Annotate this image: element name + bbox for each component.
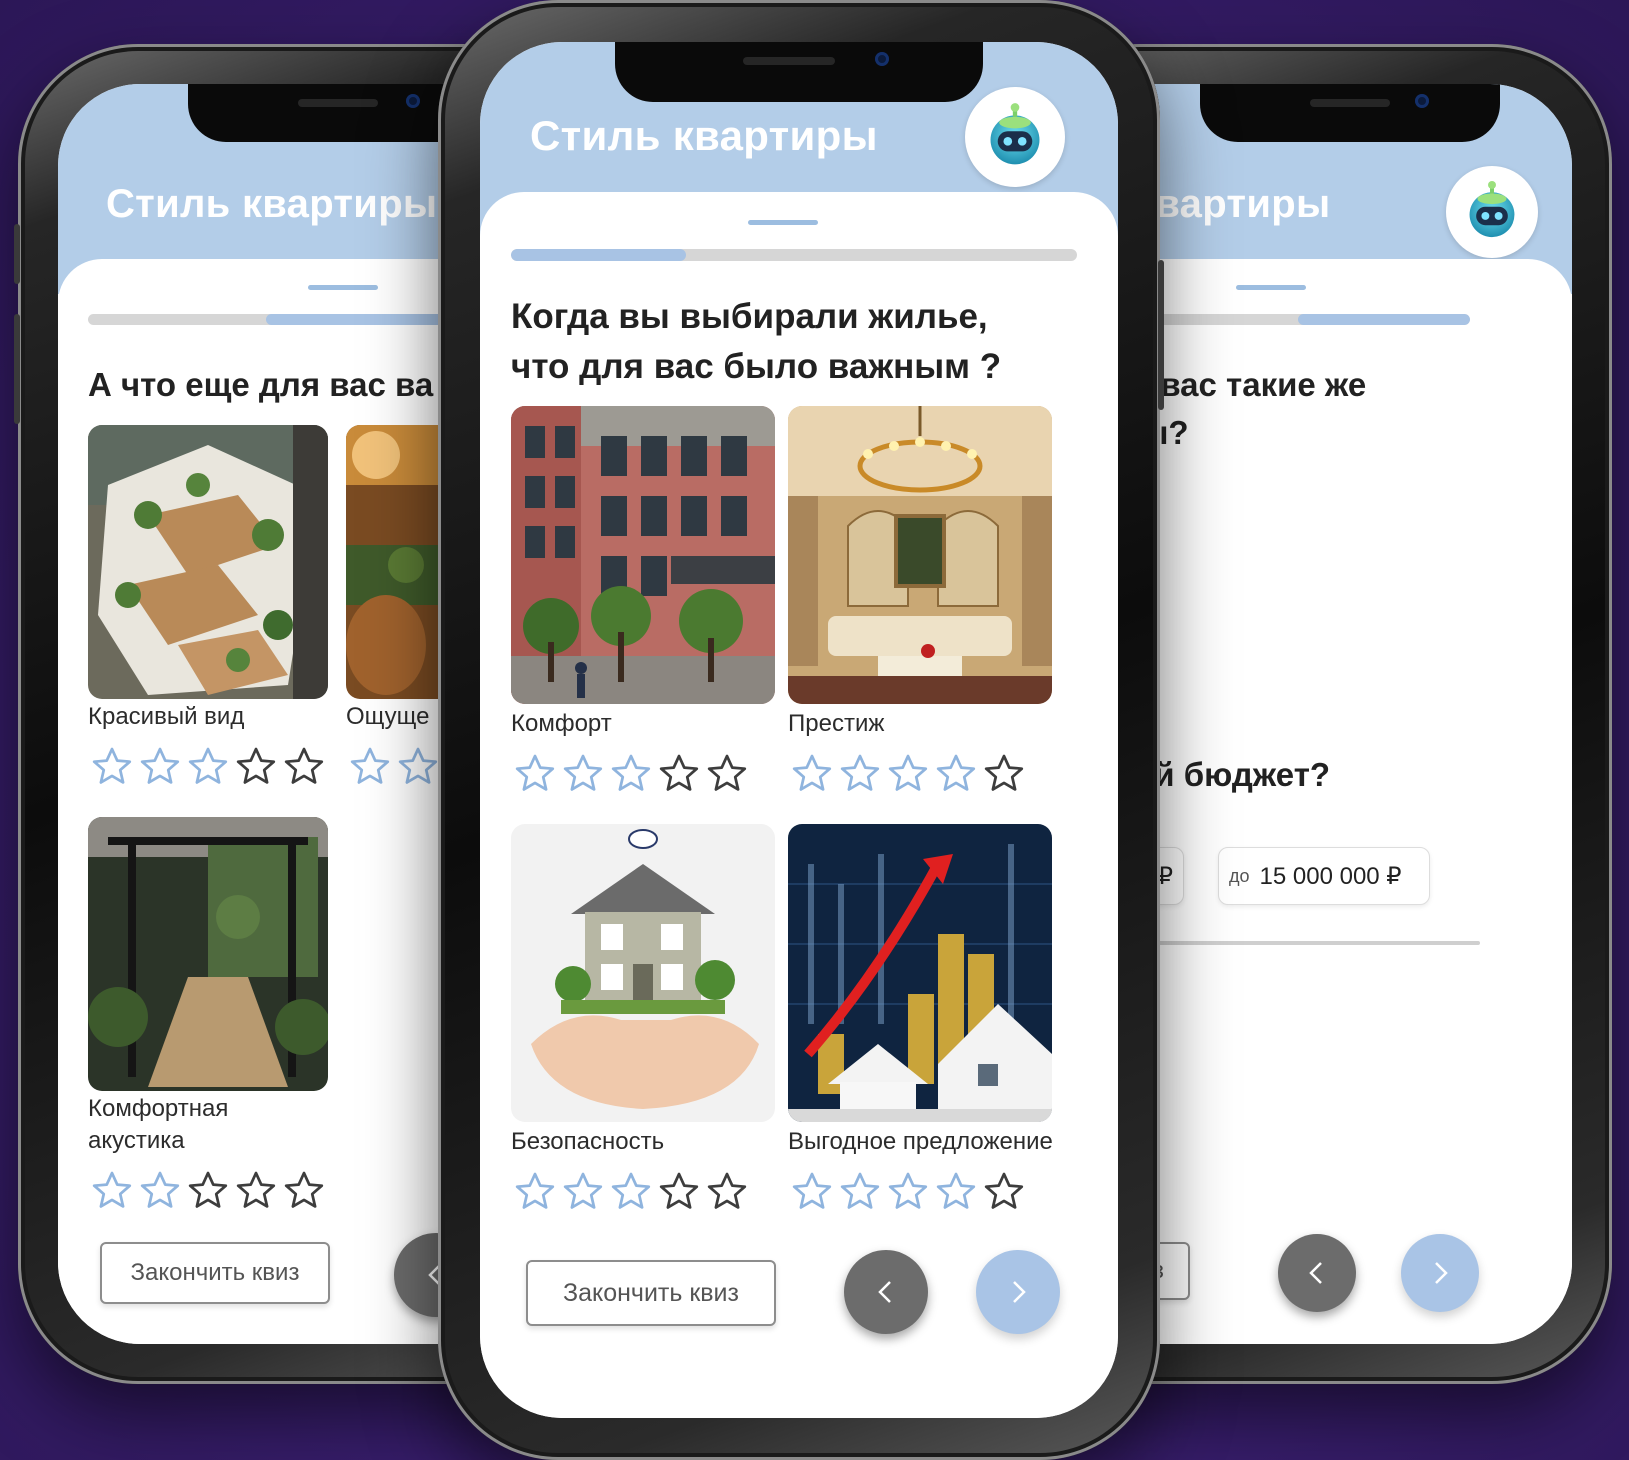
star-filled-icon[interactable] xyxy=(511,752,559,796)
page-title: квартиры xyxy=(1135,182,1331,226)
next-button[interactable] xyxy=(976,1250,1060,1334)
photo-comfortable-acoustics[interactable] xyxy=(88,817,328,1091)
end-quiz-button[interactable]: Закончить квиз xyxy=(100,1242,330,1304)
page-title: Стиль квартиры xyxy=(106,182,438,226)
star-filled-icon[interactable] xyxy=(346,745,394,789)
chevron-right-icon xyxy=(1435,1262,1448,1284)
budget-to-field[interactable]: до 15 000 000 ₽ xyxy=(1218,847,1430,905)
content-sheet: Когда вы выбирали жилье, что для вас был… xyxy=(480,192,1118,1418)
star-filled-icon[interactable] xyxy=(511,1170,559,1214)
progress-fill xyxy=(1297,314,1470,325)
star-empty-icon[interactable] xyxy=(655,752,703,796)
end-quiz-button[interactable]: Закончить квиз xyxy=(526,1260,776,1326)
camera xyxy=(875,52,889,66)
star-filled-icon[interactable] xyxy=(136,745,184,789)
rating-stars[interactable] xyxy=(511,752,751,796)
star-filled-icon[interactable] xyxy=(607,1170,655,1214)
question-text: А что еще для вас ва xyxy=(88,366,434,403)
star-filled-icon[interactable] xyxy=(788,1170,836,1214)
card-label: Комфортная акустика xyxy=(88,1095,229,1154)
star-filled-icon[interactable] xyxy=(88,745,136,789)
rating-stars[interactable] xyxy=(788,1170,1028,1214)
progress-fill xyxy=(511,249,687,261)
drag-handle[interactable] xyxy=(1236,285,1306,290)
drag-handle[interactable] xyxy=(748,220,818,225)
star-filled-icon[interactable] xyxy=(607,752,655,796)
star-filled-icon[interactable] xyxy=(932,752,980,796)
center-screen: Стиль квартиры Когда вы выбирали жилье, … xyxy=(480,42,1118,1418)
rating-stars[interactable] xyxy=(511,1170,751,1214)
star-empty-icon[interactable] xyxy=(655,1170,703,1214)
camera xyxy=(406,94,420,108)
speaker xyxy=(743,57,835,65)
card-label: Безопасность xyxy=(511,1128,665,1155)
card-label: Комфорт xyxy=(511,710,612,737)
question-text: Когда вы выбирали жилье, что для вас был… xyxy=(511,297,1002,386)
star-filled-icon[interactable] xyxy=(836,752,884,796)
photo-safety[interactable] xyxy=(511,824,775,1122)
prev-button[interactable] xyxy=(844,1250,928,1334)
rating-stars[interactable] xyxy=(88,1169,328,1213)
star-empty-icon[interactable] xyxy=(280,745,328,789)
star-filled-icon[interactable] xyxy=(788,752,836,796)
star-filled-icon[interactable] xyxy=(559,752,607,796)
star-filled-icon[interactable] xyxy=(136,1169,184,1213)
star-empty-icon[interactable] xyxy=(280,1169,328,1213)
budget-to-prefix: до xyxy=(1229,865,1250,886)
speaker xyxy=(1310,99,1390,107)
star-empty-icon[interactable] xyxy=(232,745,280,789)
notch xyxy=(615,42,983,102)
card-label: Красивый вид xyxy=(88,703,245,730)
star-empty-icon[interactable] xyxy=(232,1169,280,1213)
speaker xyxy=(298,99,378,107)
star-filled-icon[interactable] xyxy=(884,1170,932,1214)
star-filled-icon[interactable] xyxy=(559,1170,607,1214)
page-title: Стиль квартиры xyxy=(530,112,878,159)
photo-comfort[interactable] xyxy=(511,406,775,704)
bot-avatar[interactable] xyxy=(1446,166,1538,258)
chevron-right-icon xyxy=(1013,1281,1026,1303)
star-empty-icon[interactable] xyxy=(703,1170,751,1214)
star-filled-icon[interactable] xyxy=(88,1169,136,1213)
card-label: Престиж xyxy=(788,710,885,737)
center-phone: Стиль квартиры Когда вы выбирали жилье, … xyxy=(438,0,1164,1460)
bot-avatar[interactable] xyxy=(965,87,1065,187)
star-filled-icon[interactable] xyxy=(184,745,232,789)
card-label: Ощуще xyxy=(346,703,430,730)
card-label: Выгодное предложение xyxy=(788,1128,1053,1155)
camera xyxy=(1415,94,1429,108)
prev-button[interactable] xyxy=(1278,1234,1356,1312)
robot-icon xyxy=(1459,179,1525,245)
star-empty-icon[interactable] xyxy=(703,752,751,796)
photo-prestige[interactable] xyxy=(788,406,1052,704)
star-filled-icon[interactable] xyxy=(394,745,442,789)
side-button xyxy=(1158,260,1164,410)
star-filled-icon[interactable] xyxy=(836,1170,884,1214)
star-filled-icon[interactable] xyxy=(932,1170,980,1214)
robot-icon xyxy=(979,101,1051,173)
star-empty-icon[interactable] xyxy=(184,1169,232,1213)
chevron-left-icon xyxy=(878,1281,891,1303)
photo-beautiful-view[interactable] xyxy=(88,425,328,699)
progress-bar xyxy=(511,249,1077,261)
star-empty-icon[interactable] xyxy=(980,1170,1028,1214)
drag-handle[interactable] xyxy=(308,285,378,290)
notch xyxy=(1200,84,1500,142)
budget-to-value: 15 000 000 ₽ xyxy=(1259,862,1402,890)
next-button[interactable] xyxy=(1401,1234,1479,1312)
chevron-left-icon xyxy=(1309,1262,1322,1284)
star-filled-icon[interactable] xyxy=(884,752,932,796)
star-empty-icon[interactable] xyxy=(980,752,1028,796)
volume-button xyxy=(14,314,20,424)
volume-button xyxy=(14,224,20,284)
rating-stars[interactable] xyxy=(788,752,1028,796)
rating-stars[interactable] xyxy=(88,745,328,789)
photo-good-offer[interactable] xyxy=(788,824,1052,1122)
